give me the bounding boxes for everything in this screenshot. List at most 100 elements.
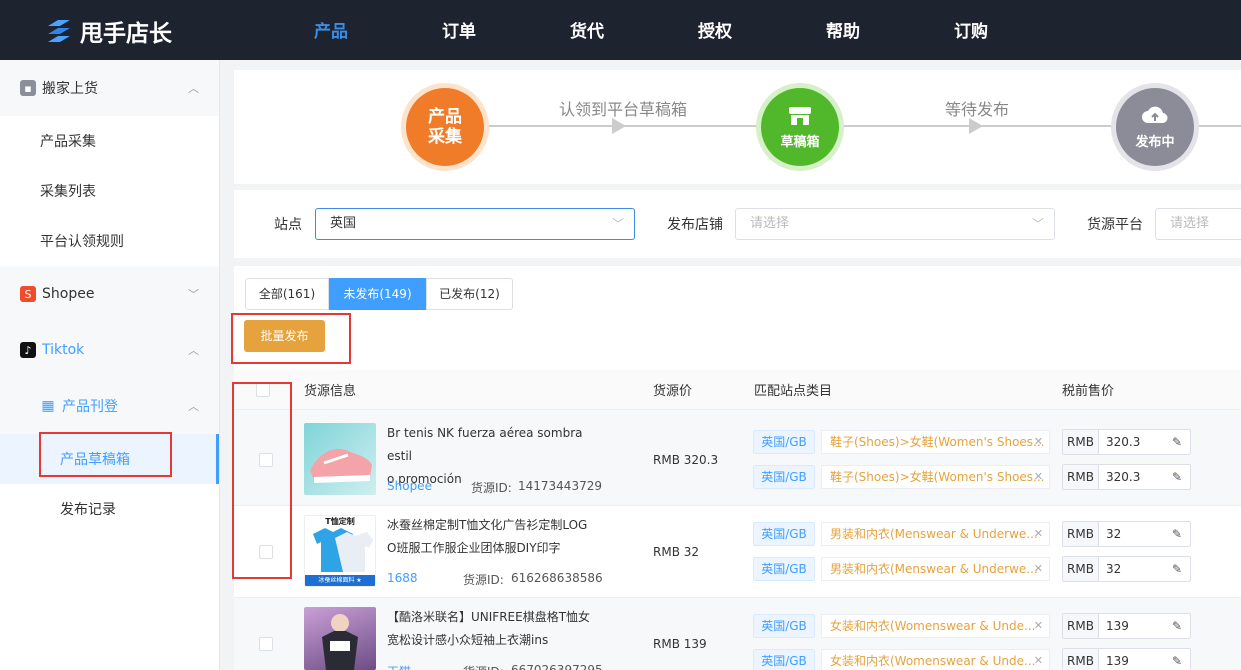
highlight-box: [39, 432, 172, 477]
sidebar-group-shopee[interactable]: S Shopee ﹀: [0, 266, 219, 322]
product-title-line: Br tenis NK fuerza aérea sombra estil: [387, 426, 583, 463]
grid-icon: ▦: [41, 398, 55, 414]
sidebar-item-collect[interactable]: 产品采集: [0, 116, 219, 166]
price-input[interactable]: RMB 32 ✎: [1062, 556, 1191, 582]
edit-icon[interactable]: ✎: [1172, 465, 1182, 489]
step-title: 草稿箱: [780, 134, 820, 150]
chevron-up-icon: ︿: [188, 400, 199, 413]
category-select[interactable]: 鞋子(Shoes)>女鞋(Women's Shoes... ✕: [821, 465, 1050, 489]
sidebar-group-tiktok[interactable]: ♪ Tiktok ︿: [0, 322, 219, 378]
row-checkbox[interactable]: [259, 637, 273, 651]
price-input[interactable]: RMB 320.3 ✎: [1062, 464, 1191, 490]
edit-icon[interactable]: ✎: [1172, 614, 1182, 638]
source-price: RMB 32: [653, 545, 700, 559]
source-select-placeholder: 请选择: [1170, 216, 1210, 231]
tab-all[interactable]: 全部(161): [245, 278, 329, 310]
nav-authorize[interactable]: 授权: [698, 0, 732, 60]
sidebar-group-label: Shopee: [42, 286, 95, 302]
source-select[interactable]: 请选择: [1155, 208, 1241, 240]
category-select[interactable]: 男装和内衣(Menswear & Underwe... ✕: [821, 557, 1050, 581]
site-select[interactable]: 英国 ﹀: [315, 208, 635, 240]
store-select[interactable]: 请选择 ﹀: [735, 208, 1055, 240]
source-id: 616268638586: [511, 571, 603, 585]
site-tag: 英国/GB: [753, 614, 815, 638]
category-select[interactable]: 鞋子(Shoes)>女鞋(Women's Shoes... ✕: [821, 430, 1050, 454]
step-collect: 产品 采集: [406, 88, 484, 166]
site-tag: 英国/GB: [753, 522, 815, 546]
step-title: 发布中: [1135, 134, 1175, 150]
step-title: 采集: [428, 127, 462, 147]
source-platform-link[interactable]: 1688: [387, 571, 418, 585]
edit-icon[interactable]: ✎: [1172, 557, 1182, 581]
sidebar-item-publish-log[interactable]: 发布记录: [0, 484, 219, 534]
sidebar-item-collect-list[interactable]: 采集列表: [0, 166, 219, 216]
product-thumbnail[interactable]: [304, 607, 376, 670]
product-thumbnail[interactable]: [304, 423, 376, 495]
step-label: 认领到平台草稿箱: [559, 100, 688, 119]
price-input[interactable]: RMB 139 ✎: [1062, 613, 1191, 639]
price-value: 320.3: [1106, 435, 1141, 449]
nav-orders[interactable]: 订单: [442, 0, 476, 60]
source-id-label: 货源ID:: [463, 663, 504, 670]
col-source-info: 货源信息: [304, 384, 357, 399]
sidebar-group-migrate[interactable]: ▪ 搬家上货 ︿: [0, 60, 219, 116]
source-id-label: 货源ID:: [463, 573, 504, 587]
filter-bar: 站点 英国 ﹀ 发布店铺 请选择 ﹀ 货源平台 请选择: [234, 190, 1241, 258]
category-select[interactable]: 女装和内衣(Womenswear & Unde... ✕: [821, 649, 1050, 670]
site-tag: 英国/GB: [753, 557, 815, 581]
sidebar-item-label: 产品采集: [40, 134, 96, 150]
close-icon[interactable]: ✕: [1034, 523, 1043, 545]
chevron-down-icon: ﹀: [1031, 217, 1044, 231]
app-logo[interactable]: 甩手店长: [44, 14, 172, 48]
close-icon[interactable]: ✕: [1034, 431, 1043, 453]
site-label: 站点: [274, 217, 302, 233]
edit-icon[interactable]: ✎: [1172, 522, 1182, 546]
price-input[interactable]: RMB 139 ✎: [1062, 648, 1191, 670]
close-icon[interactable]: ✕: [1034, 615, 1043, 637]
arrow-icon: [969, 118, 983, 134]
step-connector: [1194, 125, 1241, 127]
source-platform-link[interactable]: Shopee: [387, 479, 432, 493]
sidebar-item-claim-rules[interactable]: 平台认领规则: [0, 216, 219, 266]
tshirt-image: [313, 528, 373, 572]
source-id: 14173443729: [518, 479, 602, 493]
nav-help[interactable]: 帮助: [826, 0, 860, 60]
product-title[interactable]: 【酷洛米联名】UNIFREE棋盘格T恤女 宽松设计感小众短袖上衣潮ins: [387, 606, 599, 652]
product-thumbnail[interactable]: T恤定制 冰蚕丝棉面料 ★: [304, 515, 376, 587]
tab-published[interactable]: 已发布(12): [426, 278, 513, 310]
close-icon[interactable]: ✕: [1034, 466, 1043, 488]
shoe-image: [310, 449, 372, 483]
sidebar-item-label: 采集列表: [40, 184, 96, 200]
close-icon[interactable]: ✕: [1034, 558, 1043, 580]
thumb-caption: T恤定制: [325, 517, 355, 526]
price-input[interactable]: RMB 32 ✎: [1062, 521, 1191, 547]
category-select[interactable]: 男装和内衣(Menswear & Underwe... ✕: [821, 522, 1050, 546]
apparel-image: [322, 614, 358, 670]
source-price: RMB 139: [653, 637, 707, 651]
site-tag: 英国/GB: [753, 465, 815, 489]
category-value: 男装和内衣(Menswear & Underwe...: [830, 527, 1038, 541]
edit-icon[interactable]: ✎: [1172, 649, 1182, 670]
nav-subscribe[interactable]: 订购: [954, 0, 988, 60]
edit-icon[interactable]: ✎: [1172, 430, 1182, 454]
price-input[interactable]: RMB 320.3 ✎: [1062, 429, 1191, 455]
product-title[interactable]: 冰蚕丝棉定制T恤文化广告衫定制LOG O班服工作服企业团体服DIY印字: [387, 514, 599, 560]
currency-prefix: RMB: [1063, 649, 1099, 670]
step-title: 产品: [428, 107, 462, 127]
category-select[interactable]: 女装和内衣(Womenswear & Unde... ✕: [821, 614, 1050, 638]
nav-forwarder[interactable]: 货代: [570, 0, 604, 60]
nav-products[interactable]: 产品: [314, 0, 348, 60]
sidebar-item-label: 平台认领规则: [40, 234, 124, 250]
category-value: 女装和内衣(Womenswear & Unde...: [830, 654, 1036, 668]
tab-unpublished[interactable]: 未发布(149): [329, 278, 426, 310]
highlight-box: [232, 382, 292, 579]
sidebar-sub-listing[interactable]: ▦ 产品刊登 ︿: [0, 378, 219, 434]
close-icon[interactable]: ✕: [1034, 650, 1043, 670]
price-value: 320.3: [1106, 470, 1141, 484]
source-id: 667026397295: [511, 663, 603, 670]
source-label: 货源平台: [1087, 217, 1143, 233]
currency-prefix: RMB: [1063, 430, 1099, 454]
step-label: 等待发布: [945, 100, 1010, 119]
source-platform-link[interactable]: 天猫: [387, 663, 411, 670]
step-drafts: 草稿箱: [761, 88, 839, 166]
